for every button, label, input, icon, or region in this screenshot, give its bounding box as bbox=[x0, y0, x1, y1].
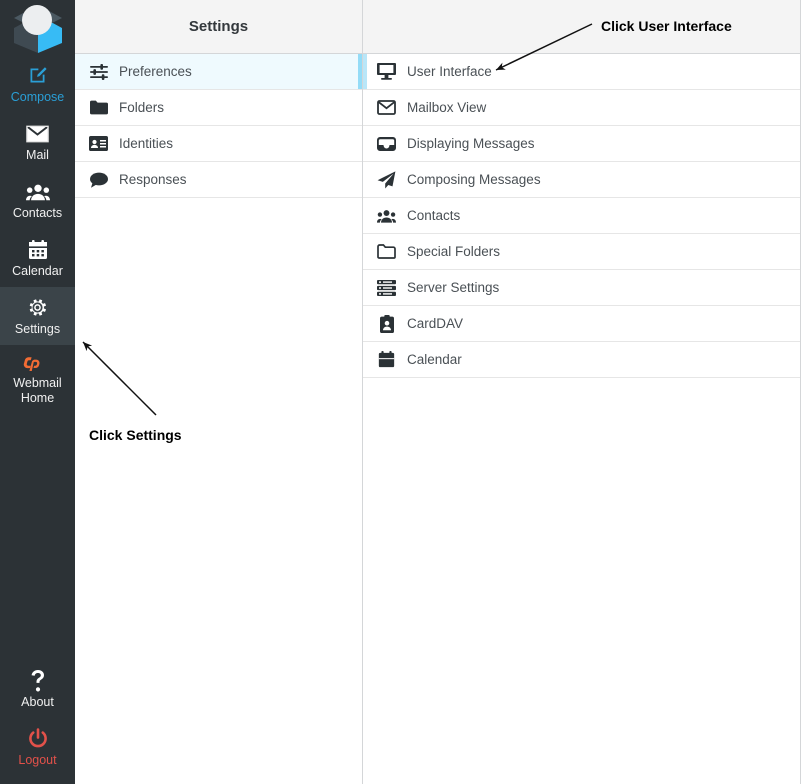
task-logout-label: Logout bbox=[18, 752, 57, 767]
preferences-item-label: Composing Messages bbox=[407, 172, 541, 187]
monitor-icon bbox=[377, 62, 396, 81]
sliders-icon bbox=[89, 62, 108, 81]
task-mail[interactable]: Mail bbox=[0, 113, 75, 171]
id-card-icon bbox=[89, 134, 108, 153]
cpanel-icon bbox=[23, 351, 53, 373]
preferences-item-label: Mailbox View bbox=[407, 100, 487, 115]
preferences-item-displaying-messages[interactable]: Displaying Messages bbox=[363, 126, 800, 162]
contacts-icon bbox=[377, 206, 396, 225]
preferences-item-special-folders[interactable]: Special Folders bbox=[363, 234, 800, 270]
settings-item-responses[interactable]: Responses bbox=[75, 162, 362, 198]
settings-item-label: Responses bbox=[119, 172, 187, 187]
task-about[interactable]: About bbox=[0, 660, 75, 718]
task-webmail-home-label: Webmail Home bbox=[13, 375, 62, 405]
task-logout[interactable]: Logout bbox=[0, 718, 75, 776]
preferences-item-contacts[interactable]: Contacts bbox=[363, 198, 800, 234]
settings-item-label: Preferences bbox=[119, 64, 192, 79]
envelope-icon bbox=[26, 123, 49, 145]
preferences-item-server-settings[interactable]: Server Settings bbox=[363, 270, 800, 306]
settings-item-preferences[interactable]: Preferences bbox=[75, 54, 362, 90]
preferences-item-composing-messages[interactable]: Composing Messages bbox=[363, 162, 800, 198]
contacts-icon bbox=[25, 181, 50, 203]
speech-bubble-icon bbox=[89, 170, 108, 189]
roundcube-logo-icon bbox=[13, 4, 62, 53]
folder-filled-icon bbox=[89, 98, 108, 117]
settings-item-label: Identities bbox=[119, 136, 174, 151]
preferences-item-label: User Interface bbox=[407, 64, 492, 79]
task-mail-label: Mail bbox=[26, 147, 49, 162]
preferences-column: User Interface Mailbox View Displaying M… bbox=[363, 0, 800, 784]
preferences-item-calendar[interactable]: Calendar bbox=[363, 342, 800, 378]
task-settings-label: Settings bbox=[14, 321, 61, 336]
task-about-label: About bbox=[21, 694, 54, 709]
preferences-column-header bbox=[363, 0, 800, 54]
task-settings[interactable]: Settings bbox=[0, 287, 75, 345]
preferences-item-label: Contacts bbox=[407, 208, 461, 223]
preferences-item-label: Displaying Messages bbox=[407, 136, 535, 151]
settings-column-header: Settings bbox=[75, 0, 362, 54]
calendar-icon bbox=[377, 350, 396, 369]
preferences-list: User Interface Mailbox View Displaying M… bbox=[363, 54, 800, 378]
task-webmail-home[interactable]: Webmail Home bbox=[0, 345, 75, 411]
paper-plane-icon bbox=[377, 170, 396, 189]
envelope-outline-icon bbox=[377, 98, 396, 117]
settings-column: Settings Preferences Folders Identities … bbox=[75, 0, 363, 784]
task-contacts-label: Contacts bbox=[12, 205, 63, 220]
settings-column-title: Settings bbox=[188, 18, 249, 35]
preferences-item-label: Server Settings bbox=[407, 280, 500, 295]
gear-icon bbox=[27, 297, 48, 319]
folder-outline-icon bbox=[377, 242, 396, 261]
task-contacts[interactable]: Contacts bbox=[0, 171, 75, 229]
task-list-bottom: About Logout bbox=[0, 660, 75, 784]
task-calendar[interactable]: Calendar bbox=[0, 229, 75, 287]
preferences-item-label: Calendar bbox=[407, 352, 462, 367]
preferences-item-label: Special Folders bbox=[407, 244, 501, 259]
calendar-icon bbox=[28, 239, 48, 261]
compose-icon bbox=[27, 65, 48, 87]
power-icon bbox=[28, 728, 48, 750]
task-sidebar: Compose Mail Contacts Calendar Settings … bbox=[0, 0, 75, 784]
settings-item-label: Folders bbox=[119, 100, 165, 115]
preferences-item-carddav[interactable]: CardDAV bbox=[363, 306, 800, 342]
inbox-icon bbox=[377, 134, 396, 153]
question-mark-icon bbox=[30, 669, 46, 692]
settings-item-identities[interactable]: Identities bbox=[75, 126, 362, 162]
task-compose[interactable]: Compose bbox=[0, 55, 75, 113]
preferences-item-user-interface[interactable]: User Interface bbox=[363, 54, 800, 90]
task-list: Compose Mail Contacts Calendar Settings … bbox=[0, 55, 75, 411]
webmail-settings-screen: Compose Mail Contacts Calendar Settings … bbox=[0, 0, 801, 784]
id-badge-icon bbox=[377, 314, 396, 333]
preferences-item-label: CardDAV bbox=[407, 316, 464, 331]
server-icon bbox=[377, 278, 396, 297]
app-logo bbox=[0, 0, 75, 55]
task-calendar-label: Calendar bbox=[12, 263, 63, 278]
settings-list: Preferences Folders Identities Responses bbox=[75, 54, 362, 198]
preferences-item-mailbox-view[interactable]: Mailbox View bbox=[363, 90, 800, 126]
settings-item-folders[interactable]: Folders bbox=[75, 90, 362, 126]
task-compose-label: Compose bbox=[10, 89, 65, 104]
